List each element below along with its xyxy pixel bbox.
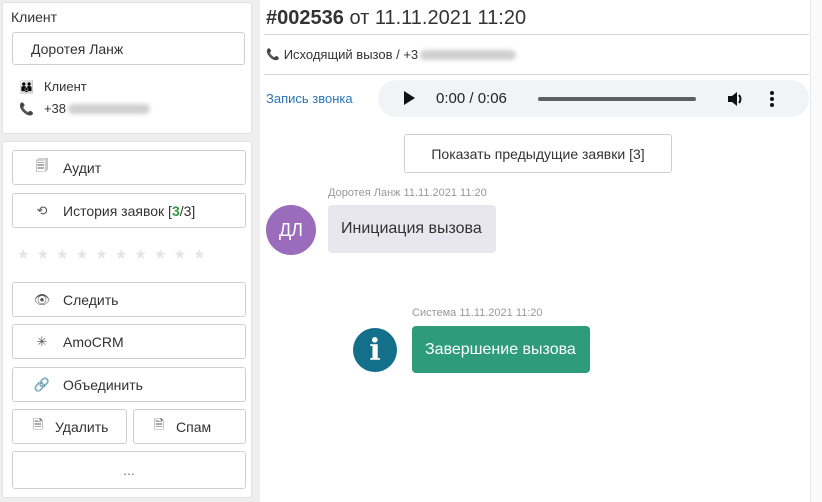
star-icon[interactable]: ★ [115, 246, 128, 263]
title-divider [264, 34, 809, 35]
spam-doc-icon: 🗎 [153, 416, 165, 432]
delete-label: Удалить [55, 418, 109, 435]
users-icon: 👪 [19, 79, 34, 94]
more-button[interactable]: ... [12, 451, 246, 489]
client-name-field[interactable]: Доротея Ланж [12, 32, 245, 65]
star-icon[interactable]: ★ [193, 246, 206, 263]
star-icon[interactable]: ★ [56, 246, 69, 263]
ticket-main: #002536 от 11.11.2021 11:20 📞 Исходящий … [260, 0, 822, 502]
star-icon[interactable]: ★ [154, 246, 167, 263]
client-type-label: Клиент [43, 79, 87, 94]
clipboard-icon: 🗐 [35, 157, 49, 173]
recording-label: Запись звонка [266, 91, 353, 106]
client-section-title: Клиент [11, 9, 58, 25]
amocrm-icon: ✳ [36, 333, 48, 349]
ticket-title: #002536 от 11.11.2021 11:20 [266, 7, 526, 30]
delete-doc-icon: 🗎 [32, 416, 44, 432]
phone-redacted [68, 103, 151, 114]
phone-icon: 📞 [266, 49, 280, 61]
audit-label: Аудит [63, 159, 102, 176]
eye-icon: 👁 [33, 291, 51, 307]
client-type-row: 👪 Клиент [19, 79, 87, 94]
audio-seek-bar[interactable] [538, 97, 696, 101]
merge-label: Объединить [63, 376, 143, 393]
message-2-bubble: Завершение вызова [412, 326, 590, 373]
rating-stars[interactable]: ★ ★ ★ ★ ★ ★ ★ ★ ★ ★ [17, 246, 206, 263]
star-icon[interactable]: ★ [134, 246, 147, 263]
history-button[interactable]: ⟲ История заявок [3/3] [12, 193, 246, 228]
show-previous-button[interactable]: Показать предыдущие заявки [3] [404, 134, 672, 173]
spam-label: Спам [176, 418, 212, 435]
audio-player[interactable]: 0:00 / 0:06 [378, 80, 809, 117]
history-label-suffix: /3] [179, 202, 196, 219]
history-icon: ⟲ [36, 202, 48, 218]
call-info-text: Исходящий вызов / +3 [283, 47, 419, 62]
star-icon[interactable]: ★ [37, 246, 50, 263]
phone-icon: 📞 [19, 101, 34, 116]
star-icon[interactable]: ★ [174, 246, 187, 263]
delete-button[interactable]: 🗎 Удалить [12, 409, 127, 444]
merge-button[interactable]: 🔗 Объединить [12, 367, 246, 402]
client-phone-prefix: +38 [43, 101, 67, 116]
show-previous-label: Показать предыдущие заявки [3] [431, 145, 645, 162]
star-icon[interactable]: ★ [17, 246, 30, 263]
amocrm-label: AmoCRM [63, 333, 124, 350]
call-divider [264, 74, 809, 75]
client-panel: Клиент Доротея Ланж 👪 Клиент 📞 +38 [2, 2, 252, 134]
more-label: ... [123, 462, 135, 478]
ticket-date: от 11.11.2021 11:20 [349, 7, 527, 29]
phone-redacted [420, 49, 517, 60]
history-label-prefix: История заявок [ [63, 202, 172, 219]
link-icon: 🔗 [33, 376, 51, 392]
more-options-icon[interactable] [770, 90, 774, 108]
star-icon[interactable]: ★ [76, 246, 89, 263]
follow-label: Следить [63, 291, 119, 308]
star-icon[interactable]: ★ [95, 246, 108, 263]
message-2-text: Завершение вызова [425, 340, 576, 358]
message-2-meta: Система 11.11.2021 11:20 [412, 307, 543, 319]
volume-icon[interactable] [726, 89, 746, 109]
call-info-row: 📞 Исходящий вызов / +3 [266, 47, 517, 62]
message-1-bubble: Инициация вызова [328, 205, 496, 253]
client-phone-row: 📞 +38 [19, 101, 151, 116]
history-count: 3 [171, 202, 180, 219]
client-name-value: Доротея Ланж [31, 40, 124, 57]
actions-panel: 🗐 Аудит ⟲ История заявок [3/3] ★ ★ ★ ★ ★ ★ ★ ★ ★… [2, 141, 252, 498]
message-1-meta: Доротея Ланж 11.11.2021 11:20 [328, 187, 487, 199]
amocrm-button[interactable]: ✳ AmoCRM [12, 324, 246, 359]
avatar-initials: ДЛ [278, 219, 303, 240]
avatar: ДЛ [266, 205, 316, 255]
info-icon: i [353, 328, 397, 372]
follow-button[interactable]: 👁 Следить [12, 282, 246, 317]
audit-button[interactable]: 🗐 Аудит [12, 150, 246, 185]
message-1-text: Инициация вызова [341, 220, 482, 237]
play-icon[interactable] [404, 91, 415, 105]
audio-time: 0:00 / 0:06 [436, 90, 507, 107]
ticket-number: #002536 [266, 7, 344, 29]
spam-button[interactable]: 🗎 Спам [133, 409, 246, 444]
scrollbar[interactable] [810, 0, 822, 502]
